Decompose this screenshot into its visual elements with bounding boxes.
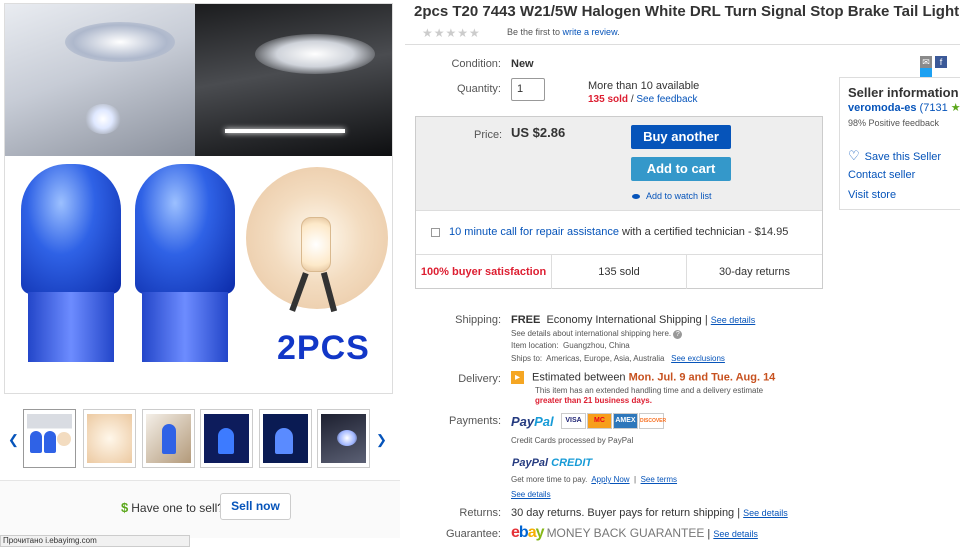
see-feedback-link[interactable]: See feedback (636, 94, 697, 105)
thumbnail-1[interactable] (23, 409, 76, 468)
sold-stat: 135 sold (552, 255, 687, 289)
delivery-label: Delivery: (458, 373, 501, 385)
repair-text: 10 minute call for repair assistance wit… (449, 226, 789, 238)
shipping-label: Shipping: (455, 314, 501, 326)
ebay-logo: ebay (511, 524, 544, 541)
seller-title: Seller information (848, 85, 959, 100)
condition-label: Condition: (451, 58, 501, 70)
sold-count: 135 sold (588, 94, 629, 105)
paypal-credit-line: Get more time to pay. Apply Now | See te… (511, 475, 678, 484)
bulb-image-2 (135, 164, 235, 294)
price-value: US $2.86 (511, 125, 566, 140)
thumbnail-5[interactable] (259, 409, 312, 468)
price-area: Price: US $2.86 Buy another Add to cart … (416, 117, 822, 210)
mail-icon[interactable]: ✉ (920, 56, 932, 68)
quantity-available: More than 10 available (588, 80, 700, 92)
delivery-note: This item has an extended handling time … (535, 386, 764, 395)
sold-info: 135 sold / See feedback (588, 94, 698, 105)
payments-label: Payments: (449, 415, 501, 427)
shipping-line: FREE Economy International Shipping | Se… (511, 314, 756, 326)
condition-value: New (511, 58, 534, 70)
see-terms-link[interactable]: See terms (641, 475, 677, 484)
thumbnail-2[interactable] (83, 409, 136, 468)
help-icon[interactable]: ? (673, 330, 683, 339)
seller-name[interactable]: veromoda-es (7131 ★) (848, 101, 960, 114)
delivery-note-red: greater than 21 business days. (535, 396, 652, 405)
paypal-credit-logo: PayPal CREDIT (512, 457, 593, 469)
lit-bulb-image (246, 167, 388, 313)
save-seller-link[interactable]: ♡ Save this Seller (848, 148, 941, 164)
thumbnail-6[interactable] (317, 409, 370, 468)
ships-to: Ships to: Americas, Europe, Asia, Austra… (511, 354, 725, 363)
visit-store-link[interactable]: Visit store (848, 189, 896, 201)
buy-panel: Price: US $2.86 Buy another Add to cart … (415, 116, 823, 289)
paypal-logo: PayPal (511, 414, 554, 429)
add-to-cart-button[interactable]: Add to cart (631, 157, 731, 181)
apply-now-link[interactable]: Apply Now (591, 475, 629, 484)
thumb-next-icon[interactable]: ❯ (376, 432, 387, 448)
bulb-base-1 (28, 292, 114, 362)
amex-icon: AMEX (613, 413, 638, 429)
rating-stars: ★★★★★ (422, 26, 481, 40)
sell-bar: $ Have one to sell? Sell now (0, 480, 400, 538)
quantity-input[interactable]: 1 (511, 78, 545, 101)
headlight-photo-right (195, 4, 392, 156)
write-review-link[interactable]: write a review (563, 27, 618, 37)
browser-status-bar: Прочитано i.ebayimg.com (0, 535, 190, 547)
image-gallery: 2PCS ❮ ❯ $ Have one to sell? Sell now Пр… (0, 0, 400, 547)
returns-see-details[interactable]: See details (743, 508, 788, 518)
seller-info-box: Seller information veromoda-es (7131 ★) … (839, 77, 960, 210)
sell-now-button[interactable]: Sell now (220, 493, 291, 520)
bulb-image-1 (21, 164, 121, 294)
truck-icon: ▸ (511, 371, 524, 384)
main-product-image[interactable]: 2PCS (4, 3, 393, 394)
returns-text: 30 day returns. Buyer pays for return sh… (511, 507, 788, 519)
guarantee-see-details[interactable]: See details (713, 529, 758, 539)
mastercard-icon: MC (587, 413, 612, 429)
seller-star-icon: ★ (950, 102, 960, 114)
stats-row: 100% buyer satisfaction 135 sold 30-day … (416, 254, 822, 289)
price-label: Price: (474, 129, 503, 141)
watch-list-link[interactable]: Add to watch list (632, 191, 712, 201)
contact-seller-link[interactable]: Contact seller (848, 169, 915, 181)
image-caption: 2PCS (277, 329, 370, 367)
sell-question: $ Have one to sell? (121, 500, 224, 515)
eye-icon (632, 194, 640, 200)
thumbnail-3[interactable] (142, 409, 195, 468)
see-exclusions-link[interactable]: See exclusions (671, 354, 725, 363)
dollar-icon: $ (121, 500, 129, 515)
repair-assistance-row: 10 minute call for repair assistance wit… (416, 210, 822, 254)
headlight-photo-left (5, 4, 195, 156)
guarantee-line: ebay MONEY BACK GUARANTEE | See details (511, 524, 758, 541)
card-logos: VISA MC AMEX DISCOVER (561, 413, 666, 429)
thumbnail-4[interactable] (200, 409, 253, 468)
seller-feedback: 98% Positive feedback (848, 118, 940, 128)
buy-another-button[interactable]: Buy another (631, 125, 731, 149)
quantity-label: Quantity: (456, 83, 501, 95)
thumbnail-strip (8, 409, 390, 471)
item-location: Item location: Guangzhou, China (511, 341, 630, 350)
title-divider (405, 44, 960, 45)
guarantee-label: Guarantee: (445, 528, 501, 540)
payments-see-details[interactable]: See details (511, 490, 551, 499)
returns-stat: 30-day returns (719, 266, 790, 278)
intl-shipping-note: See details about international shipping… (511, 329, 683, 339)
buyer-satisfaction: 100% buyer satisfaction (416, 255, 552, 289)
heart-icon: ♡ (848, 148, 860, 163)
review-prompt: Be the first to write a review. (507, 27, 620, 37)
card-note: Credit Cards processed by PayPal (511, 436, 634, 445)
shipping-see-details[interactable]: See details (711, 315, 756, 325)
discover-icon: DISCOVER (639, 413, 666, 429)
facebook-icon[interactable]: f (935, 56, 947, 68)
returns-label: Returns: (459, 507, 501, 519)
product-title: 2pcs T20 7443 W21/5W Halogen White DRL T… (414, 3, 960, 20)
repair-checkbox[interactable] (431, 228, 440, 237)
delivery-estimate: ▸ Estimated between Mon. Jul. 9 and Tue. … (511, 371, 775, 384)
repair-link[interactable]: 10 minute call for repair assistance (449, 226, 619, 238)
visa-icon: VISA (561, 413, 586, 429)
bulb-base-2 (142, 292, 228, 362)
